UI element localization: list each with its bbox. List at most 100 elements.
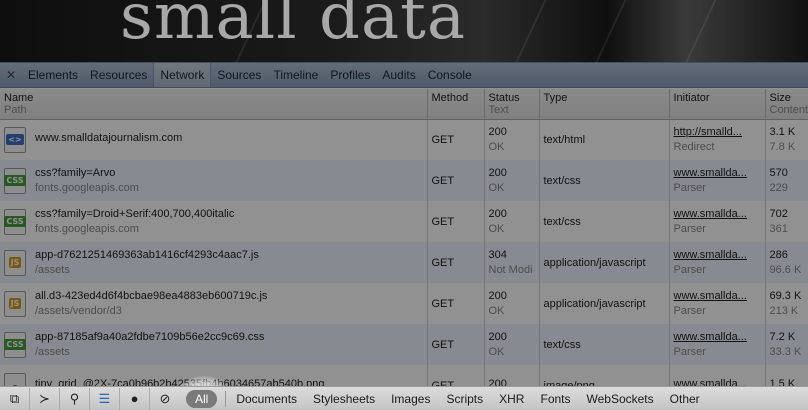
initiator-type: Redirect <box>673 141 715 154</box>
site-title: small data <box>120 0 466 54</box>
size-cell: 1.5 K <box>765 365 808 387</box>
filter-websockets[interactable]: WebSockets <box>579 392 662 406</box>
tab-sources[interactable]: Sources <box>211 63 267 87</box>
status-code: 200 <box>488 208 507 220</box>
column-header-status[interactable]: Status Text <box>484 89 540 120</box>
filter-images[interactable]: Images <box>383 392 438 406</box>
table-row[interactable]: JS app-d7621251469363ab1416cf4293c4aac7.j… <box>0 242 808 283</box>
size-value: 570 <box>769 167 788 179</box>
column-header-method[interactable]: Method <box>427 89 485 120</box>
type-cell: application/javascript <box>539 283 670 324</box>
initiator-link[interactable]: http://smalld... <box>674 126 761 138</box>
filter-fonts[interactable]: Fonts <box>532 392 578 406</box>
table-row[interactable]: tiny_grid_@2X-7ca0b96b2b42535fb4b6034657… <box>0 365 808 387</box>
size-cell: 3.1 K 7.8 K <box>765 119 808 160</box>
size-value: 69.3 K <box>769 290 802 302</box>
column-header-type[interactable]: Type <box>539 89 670 120</box>
table-row[interactable]: CSS app-87185af9a40a2fdbe7109b56e2cc9c69.… <box>0 324 808 365</box>
filter-stylesheets[interactable]: Stylesheets <box>305 392 383 406</box>
js-file-icon: JS <box>4 249 26 276</box>
name-cell: CSS css?family=Arvo fonts.googleapis.com <box>0 160 428 201</box>
initiator-type: Parser <box>673 182 706 194</box>
waterfall-icon[interactable]: ☰ <box>90 387 120 410</box>
initiator-cell: www.smallda... Parser <box>669 201 766 242</box>
banner-rain-streak <box>595 0 627 62</box>
filter-separator <box>225 390 227 407</box>
size-cell: 702 361 <box>765 201 808 242</box>
dock-icon[interactable]: ⧉ <box>0 387 30 410</box>
clear-icon[interactable]: ⊘ <box>150 388 180 410</box>
request-name: all.d3-423ed4d6f4bcbae98ea4883eb600719c.… <box>35 290 268 302</box>
filter-scripts[interactable]: Scripts <box>438 392 491 406</box>
initiator-cell: www.smallda... <box>669 365 766 387</box>
initiator-link[interactable]: www.smallda... <box>674 290 761 302</box>
site-banner: small data <box>0 0 808 62</box>
tab-timeline[interactable]: Timeline <box>267 63 324 87</box>
status-cell: 200 OK <box>484 324 540 365</box>
tab-audits[interactable]: Audits <box>376 63 421 87</box>
method-cell: GET <box>427 201 485 242</box>
tab-network[interactable]: Network <box>153 63 212 87</box>
content-size: 361 <box>769 223 788 235</box>
table-row[interactable]: CSS css?family=Droid+Serif:400,700,400ita… <box>0 201 808 242</box>
method-cell: GET <box>427 283 485 324</box>
status-cell: 304 Not Modi <box>484 242 540 283</box>
css-file-icon: CSS <box>4 208 26 235</box>
status-cell: 200 <box>484 365 540 387</box>
network-table: Name Path Method Status Text Type Initiato… <box>0 89 808 387</box>
request-name: app-87185af9a40a2fdbe7109b56e2cc9c69.css <box>35 331 265 343</box>
type-cell: image/png <box>539 365 670 387</box>
initiator-cell: www.smallda... Parser <box>669 283 766 324</box>
column-header-name[interactable]: Name Path <box>0 89 428 120</box>
status-cell: 200 OK <box>484 119 540 160</box>
filter-all[interactable]: All <box>186 389 218 408</box>
initiator-cell: www.smallda... Parser <box>669 160 766 201</box>
status-text: OK <box>488 223 505 235</box>
tab-resources[interactable]: Resources <box>84 63 153 87</box>
filter-documents[interactable]: Documents <box>228 392 305 406</box>
status-text: OK <box>488 141 505 154</box>
content-size: 213 K <box>769 305 799 317</box>
size-value: 702 <box>769 208 788 220</box>
filter-xhr[interactable]: XHR <box>491 392 532 406</box>
search-icon[interactable]: ⚲ <box>60 387 90 410</box>
name-cell: JS app-d7621251469363ab1416cf4293c4aac7.j… <box>0 242 428 283</box>
initiator-type: Parser <box>673 305 706 317</box>
size-cell: 570 229 <box>765 160 808 201</box>
type-cell: text/html <box>539 119 670 160</box>
status-text: Not Modi <box>488 264 533 276</box>
column-header-initiator[interactable]: Initiator <box>669 89 766 120</box>
filter-other[interactable]: Other <box>662 392 708 406</box>
table-row[interactable]: <> www.smalldatajournalism.com GET 200 OK tex… <box>0 119 808 160</box>
css-file-icon: CSS <box>4 167 26 194</box>
initiator-link[interactable]: www.smallda... <box>674 167 761 179</box>
status-code: 200 <box>488 126 507 139</box>
request-path: /assets <box>35 346 70 358</box>
initiator-link[interactable]: www.smallda... <box>674 249 761 261</box>
initiator-type: Parser <box>673 346 706 358</box>
request-path: fonts.googleapis.com <box>35 223 139 235</box>
request-name: www.smalldatajournalism.com <box>35 132 183 145</box>
size-value: 7.2 K <box>769 331 796 343</box>
close-icon[interactable]: ✕ <box>0 68 22 82</box>
tab-elements[interactable]: Elements <box>22 63 84 87</box>
table-row[interactable]: JS all.d3-423ed4d6f4bcbae98ea4883eb600719… <box>0 283 808 324</box>
column-header-size[interactable]: Size Content <box>765 89 808 120</box>
status-code: 200 <box>488 290 507 302</box>
tab-profiles[interactable]: Profiles <box>324 63 376 87</box>
initiator-link[interactable]: www.smallda... <box>674 208 761 220</box>
content-size: 96.6 K <box>769 264 802 276</box>
initiator-cell: http://smalld... Redirect <box>669 119 766 160</box>
name-cell: CSS app-87185af9a40a2fdbe7109b56e2cc9c69.… <box>0 324 428 365</box>
html-file-icon: <> <box>4 126 26 153</box>
status-code: 304 <box>488 249 507 261</box>
console-toggle-icon[interactable]: ≻ <box>30 387 60 410</box>
initiator-link[interactable]: www.smallda... <box>674 331 761 343</box>
tab-console[interactable]: Console <box>422 63 478 87</box>
content-size: 33.3 K <box>769 346 802 358</box>
status-cell: 200 OK <box>484 201 540 242</box>
initiator-cell: www.smallda... Parser <box>669 242 766 283</box>
record-icon[interactable]: ● <box>120 387 150 410</box>
status-code: 200 <box>488 331 507 343</box>
table-row[interactable]: CSS css?family=Arvo fonts.googleapis.com GE… <box>0 160 808 201</box>
